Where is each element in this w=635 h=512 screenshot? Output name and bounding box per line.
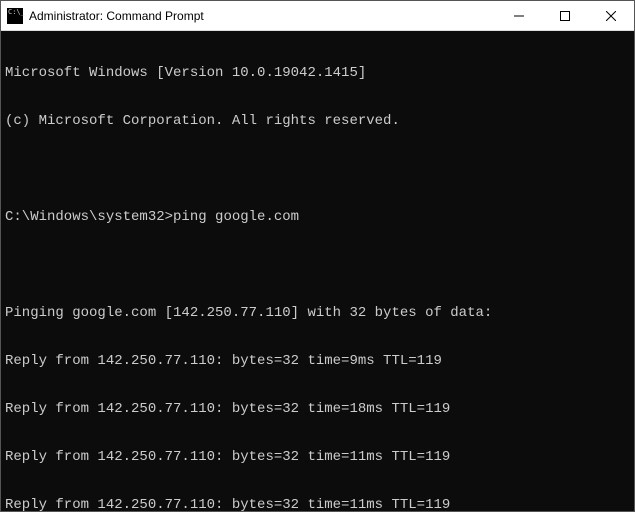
output-line: Reply from 142.250.77.110: bytes=32 time… (5, 401, 630, 417)
maximize-button[interactable] (542, 1, 588, 30)
maximize-icon (560, 11, 570, 21)
titlebar[interactable]: Administrator: Command Prompt (1, 1, 634, 31)
close-button[interactable] (588, 1, 634, 30)
output-line: Reply from 142.250.77.110: bytes=32 time… (5, 449, 630, 465)
command-prompt-window: Administrator: Command Prompt Micr (0, 0, 635, 512)
cmd-icon (7, 8, 23, 24)
blank-line (5, 161, 630, 177)
prompt-path: C:\Windows\system32> (5, 209, 173, 225)
minimize-icon (514, 11, 524, 21)
output-line: Reply from 142.250.77.110: bytes=32 time… (5, 497, 630, 511)
header-line: (c) Microsoft Corporation. All rights re… (5, 113, 630, 129)
header-line: Microsoft Windows [Version 10.0.19042.14… (5, 65, 630, 81)
output-line: Reply from 142.250.77.110: bytes=32 time… (5, 353, 630, 369)
command-text: ping google.com (173, 209, 299, 225)
window-controls (496, 1, 634, 30)
window-title: Administrator: Command Prompt (29, 9, 204, 23)
terminal-output[interactable]: Microsoft Windows [Version 10.0.19042.14… (1, 31, 634, 511)
prompt-line: C:\Windows\system32>ping google.com (5, 209, 630, 225)
output-line: Pinging google.com [142.250.77.110] with… (5, 305, 630, 321)
close-icon (606, 11, 616, 21)
minimize-button[interactable] (496, 1, 542, 30)
output-line (5, 257, 630, 273)
